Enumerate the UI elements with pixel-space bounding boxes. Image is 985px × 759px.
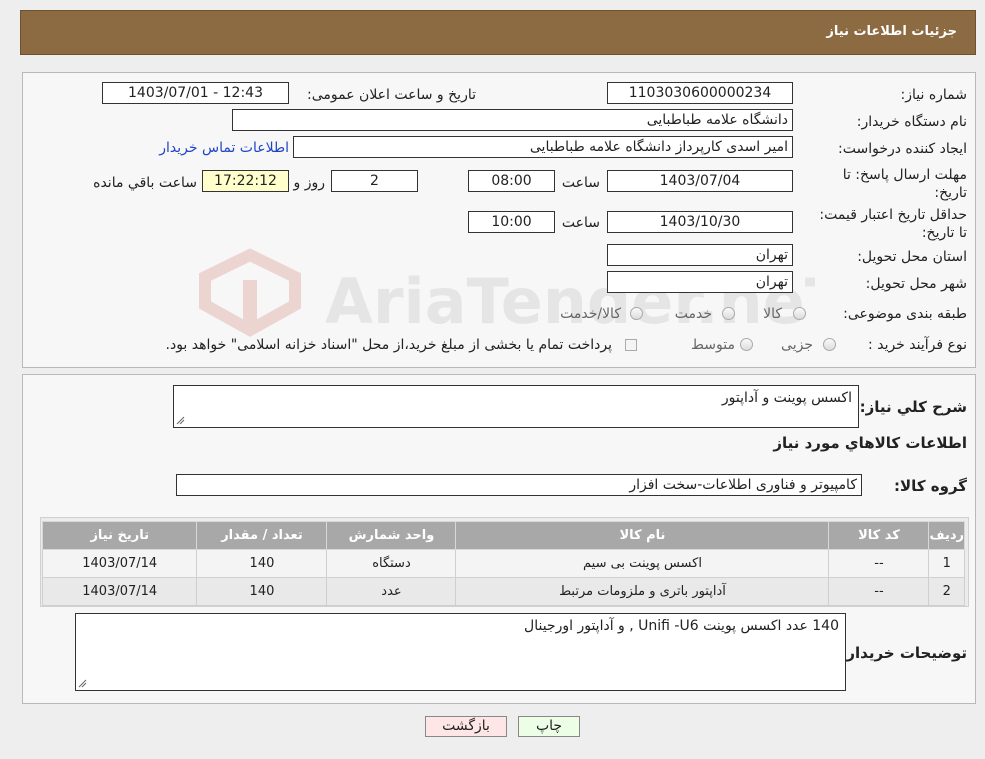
goods-group-field: کامپیوتر و فناوری اطلاعات-سخت افزار	[176, 474, 862, 496]
buyer-notes-label: توضیحات خریدار:	[840, 644, 967, 662]
print-button[interactable]: چاپ	[518, 716, 580, 737]
process-radio-minor[interactable]	[823, 338, 836, 351]
process-radio-medium[interactable]	[740, 338, 753, 351]
table-row: 2 -- آداپتور باتری و ملزومات مرتبط عدد 1…	[41, 577, 965, 606]
cell-code: --	[828, 549, 930, 578]
reply-deadline-label: مهلت ارسال پاسخ: تا تاریخ:	[842, 167, 967, 201]
cell-qty: 140	[196, 577, 328, 606]
category-option-goods-service: کالا/خدمت	[560, 306, 621, 322]
page-header: جزئیات اطلاعات نیاز	[20, 10, 976, 55]
goods-info-title: اطلاعات کالاهاي مورد نياز	[773, 434, 967, 452]
remaining-time-field: 17:22:12	[202, 170, 289, 192]
resize-grip-icon[interactable]	[176, 416, 185, 425]
payment-note: پرداخت تمام یا بخشی از مبلغ خرید،از محل …	[165, 337, 612, 353]
category-option-service: خدمت	[674, 306, 712, 322]
creator-field: امیر اسدی کارپرداز دانشگاه علامه طباطبای…	[293, 136, 793, 158]
summary-field: اکسس پوینت و آداپتور	[173, 385, 859, 428]
goods-table: ردیف کد کالا نام کالا واحد شمارش تعداد /…	[41, 521, 965, 606]
buyer-org-label: نام دستگاه خریدار:	[856, 114, 967, 130]
category-option-goods: کالا	[763, 306, 782, 322]
announce-date-label: تاریخ و ساعت اعلان عمومی:	[307, 87, 476, 103]
summary-label: شرح کلي نياز:	[859, 398, 967, 416]
creator-label: ایجاد کننده درخواست:	[838, 141, 967, 157]
cell-unit: عدد	[326, 577, 457, 606]
price-validity-time-field: 10:00	[468, 211, 555, 233]
cell-code: --	[828, 577, 930, 606]
city-field: تهران	[607, 271, 793, 293]
need-number-label: شماره نیاز:	[900, 87, 968, 103]
process-option-medium: متوسط	[691, 337, 735, 353]
treasury-checkbox[interactable]	[625, 339, 637, 351]
buyer-notes-field: 140 عدد اکسس پوینت Unifi -U6 , و آداپتور…	[75, 613, 846, 691]
table-row: 1 -- اکسس پوینت بی سیم دستگاه 140 1403/0…	[41, 549, 965, 578]
category-radio-goods[interactable]	[793, 307, 806, 320]
goods-group-label: گروه کالا:	[894, 477, 967, 495]
category-radio-service[interactable]	[722, 307, 735, 320]
cell-date: 1403/07/14	[41, 577, 198, 606]
price-validity-label: حداقل تاریخ اعتبار قیمت: تا تاریخ:	[819, 207, 967, 241]
cell-row-number: 1	[928, 549, 965, 578]
province-field: تهران	[607, 244, 793, 266]
col-header-code: کد کالا	[828, 521, 930, 550]
process-label: نوع فرآیند خرید :	[868, 337, 967, 353]
summary-text: اکسس پوینت و آداپتور	[721, 390, 852, 406]
buyer-contact-link[interactable]: اطلاعات تماس خریدار	[159, 140, 289, 156]
category-label: طبقه بندی موضوعی:	[843, 306, 967, 322]
back-button[interactable]: بازگشت	[425, 716, 507, 737]
cell-name: اکسس پوینت بی سیم	[455, 549, 830, 578]
process-option-minor: جزیی	[781, 337, 813, 353]
announce-date-value: 1403/07/01 - 12:43	[128, 85, 263, 101]
cell-name: آداپتور باتری و ملزومات مرتبط	[455, 577, 830, 606]
remaining-time-label: ساعت باقي مانده	[93, 175, 197, 191]
announce-date-field: 1403/07/01 - 12:43	[102, 82, 289, 104]
need-number-field: 1103030600000234	[607, 82, 793, 104]
col-header-name: نام کالا	[455, 521, 830, 550]
days-label: روز و	[293, 175, 326, 191]
buyer-org-field: دانشگاه علامه طباطبایی	[232, 109, 793, 131]
col-header-row: ردیف	[928, 521, 965, 550]
col-header-qty: تعداد / مقدار	[196, 521, 328, 550]
table-header-row: ردیف کد کالا نام کالا واحد شمارش تعداد /…	[41, 521, 965, 550]
buyer-notes-text: 140 عدد اکسس پوینت Unifi -U6 , و آداپتور…	[524, 618, 839, 634]
days-remaining-field: 2	[331, 170, 418, 192]
cell-qty: 140	[196, 549, 328, 578]
price-validity-date-field: 1403/10/30	[607, 211, 793, 233]
col-header-unit: واحد شمارش	[326, 521, 457, 550]
category-radio-goods-service[interactable]	[630, 307, 643, 320]
reply-time-label: ساعت	[561, 175, 600, 191]
reply-time-field: 08:00	[468, 170, 555, 192]
city-label: شهر محل تحویل:	[865, 276, 967, 292]
cell-row-number: 2	[928, 577, 965, 606]
resize-grip-icon[interactable]	[78, 679, 87, 688]
page-title: جزئیات اطلاعات نیاز	[826, 24, 957, 39]
reply-date-field: 1403/07/04	[607, 170, 793, 192]
province-label: استان محل تحویل:	[857, 249, 967, 265]
cell-date: 1403/07/14	[41, 549, 198, 578]
col-header-date: تاریخ نیاز	[41, 521, 198, 550]
price-validity-time-label: ساعت	[561, 215, 600, 231]
cell-unit: دستگاه	[326, 549, 457, 578]
